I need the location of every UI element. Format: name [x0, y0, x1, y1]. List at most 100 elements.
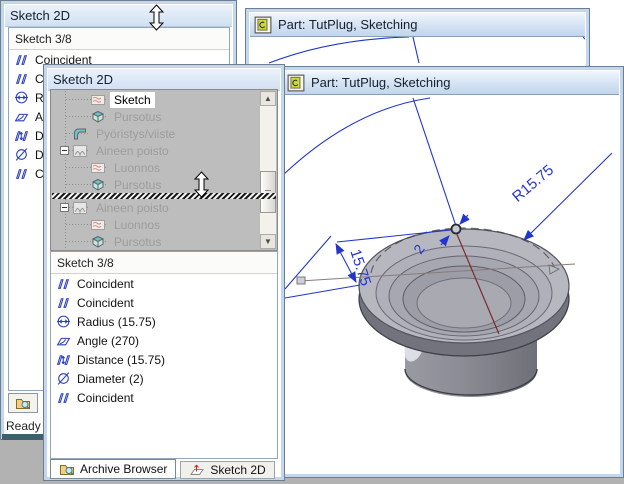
- distance-icon: [14, 128, 29, 143]
- tree-item-label: Pursotus: [110, 234, 165, 250]
- part-window-icon: [287, 74, 305, 92]
- distance-icon: [56, 352, 71, 367]
- tree-item-luonnos[interactable]: Luonnos: [52, 159, 260, 176]
- constraint-label: Coincident: [77, 391, 134, 405]
- angle-icon: [56, 333, 71, 348]
- tree-scrollbar[interactable]: ▲ ▼: [260, 91, 276, 249]
- tree-item-pursotus[interactable]: Pursotus: [52, 233, 260, 249]
- angle-icon: [14, 109, 29, 124]
- panel-title: Sketch 2D: [53, 72, 113, 87]
- status-bar: Ready: [6, 419, 41, 433]
- scroll-down-button[interactable]: ▼: [260, 234, 276, 249]
- section-title: Sketch 3/8: [15, 32, 72, 46]
- coincident-icon: [56, 276, 71, 291]
- constraint-label: Radius (15.75): [77, 315, 156, 329]
- radius-icon: [56, 314, 71, 329]
- part-window-icon: [254, 16, 272, 34]
- coincident-icon: [56, 390, 71, 405]
- left-section-header: Sketch 3/8: [9, 28, 229, 50]
- tab-label: Archive Browser: [80, 462, 167, 476]
- tree-item-label: Aineen poisto: [92, 143, 173, 159]
- diameter-icon: [56, 371, 71, 386]
- coincident-icon: [14, 52, 29, 67]
- part-window-back-titlebar[interactable]: Part: TutPlug, Sketching: [250, 13, 585, 37]
- left-archive-browser-tab[interactable]: [8, 393, 38, 413]
- constraint-item[interactable]: Distance (15.75): [51, 350, 277, 369]
- feature-tree: SketchPursotusPyöristys/viisteAineen poi…: [50, 89, 278, 251]
- tree-item-sketch[interactable]: Sketch: [52, 91, 260, 108]
- sketch-icon: [90, 160, 106, 176]
- application-screen: Part: TutPlug, Sketching Part: TutPlug, …: [0, 0, 624, 484]
- model-view: R15.75 15.75 2: [283, 97, 619, 473]
- tree-item-label: Pyöristys/viiste: [92, 126, 179, 142]
- tree-item-label: Luonnos: [110, 217, 164, 233]
- tree-item-label: Aineen poisto: [92, 200, 173, 216]
- window-title: Part: TutPlug, Sketching: [311, 75, 450, 90]
- archive-browser-icon: [59, 461, 75, 477]
- tree-item-luonnos[interactable]: Luonnos: [52, 216, 260, 233]
- tree-item-label: Pursotus: [110, 109, 165, 125]
- tree-item-pursotus[interactable]: Pursotus: [52, 108, 260, 125]
- extrude-icon: [90, 109, 106, 125]
- constraint-item[interactable]: Diameter (2): [51, 369, 277, 388]
- sketch-icon: [90, 217, 106, 233]
- tree-item-label: Pursotus: [110, 177, 165, 193]
- left-panel-header[interactable]: Sketch 2D: [5, 5, 232, 27]
- tree-item-label: Luonnos: [110, 160, 164, 176]
- constraint-label: Coincident: [77, 277, 134, 291]
- status-text: Ready: [6, 419, 41, 433]
- coincident-icon: [14, 166, 29, 181]
- archive-browser-icon: [15, 395, 31, 411]
- section-title: Sketch 3/8: [57, 256, 114, 270]
- constraint-item[interactable]: Coincident: [51, 274, 277, 293]
- tree-item-aineen-poisto[interactable]: Aineen poisto: [52, 142, 260, 159]
- diameter-icon: [14, 147, 29, 162]
- feature-tree-rows: SketchPursotusPyöristys/viisteAineen poi…: [52, 91, 260, 249]
- coincident-icon: [14, 71, 29, 86]
- dimension-distance-label: 15.75: [346, 247, 374, 288]
- middle-constraint-list: Coincident Coincident Radius (15.75) Angle …: [51, 274, 277, 407]
- model-flange: [297, 228, 575, 356]
- radius-icon: [14, 90, 29, 105]
- dimension-radius-label: R15.75: [509, 161, 557, 205]
- constraint-label: Coincident: [77, 296, 134, 310]
- constraint-label: Distance (15.75): [77, 353, 165, 367]
- expander-minus[interactable]: [60, 146, 69, 155]
- sketch-2d-icon: [189, 462, 205, 478]
- scroll-up-button[interactable]: ▲: [260, 91, 276, 106]
- tree-item-label: Sketch: [110, 92, 155, 108]
- sketch-icon: [90, 92, 106, 108]
- scrollbar-thumb[interactable]: [260, 171, 276, 213]
- middle-panel-header[interactable]: Sketch 2D: [48, 69, 280, 91]
- tab-archive-browser[interactable]: Archive Browser: [50, 459, 176, 479]
- constraint-item[interactable]: Coincident: [51, 293, 277, 312]
- cut-icon: [72, 200, 88, 216]
- tree-item-pursotus[interactable]: Pursotus: [52, 176, 260, 193]
- tree-item-py-ristys-viiste[interactable]: Pyöristys/viiste: [52, 125, 260, 142]
- extrude-icon: [90, 177, 106, 193]
- drag-insert-indicator: [52, 193, 276, 199]
- extrude-icon: [90, 234, 106, 250]
- constraint-item[interactable]: Angle (270): [51, 331, 277, 350]
- middle-section-header: Sketch 3/8: [51, 252, 277, 274]
- panel-tabbar: Archive Browser Sketch 2D: [50, 459, 275, 479]
- model-canvas[interactable]: R15.75 15.75 2: [283, 97, 619, 473]
- constraint-item[interactable]: Radius (15.75): [51, 312, 277, 331]
- middle-constraint-box: Sketch 3/8 Coincident Coincident Radius (1…: [50, 251, 278, 459]
- window-title: Part: TutPlug, Sketching: [278, 17, 417, 32]
- sketch2d-panel-middle: Sketch 2D SketchPursotusPyöristys/viiste…: [43, 64, 285, 481]
- tab-label: Sketch 2D: [210, 463, 265, 477]
- cut-icon: [72, 143, 88, 159]
- constraint-label: Diameter (2): [77, 372, 144, 386]
- constraint-label: Angle (270): [77, 334, 139, 348]
- coincident-icon: [56, 295, 71, 310]
- part-window-front: Part: TutPlug, Sketching: [278, 66, 624, 478]
- part-window-front-titlebar[interactable]: Part: TutPlug, Sketching: [283, 71, 619, 95]
- constraint-item[interactable]: Coincident: [51, 388, 277, 407]
- fillet-icon: [72, 126, 88, 142]
- sketch-circle: [452, 225, 461, 234]
- tree-item-aineen-poisto[interactable]: Aineen poisto: [52, 199, 260, 216]
- panel-title: Sketch 2D: [10, 8, 70, 23]
- tab-sketch-2d[interactable]: Sketch 2D: [180, 461, 274, 479]
- expander-minus[interactable]: [60, 203, 69, 212]
